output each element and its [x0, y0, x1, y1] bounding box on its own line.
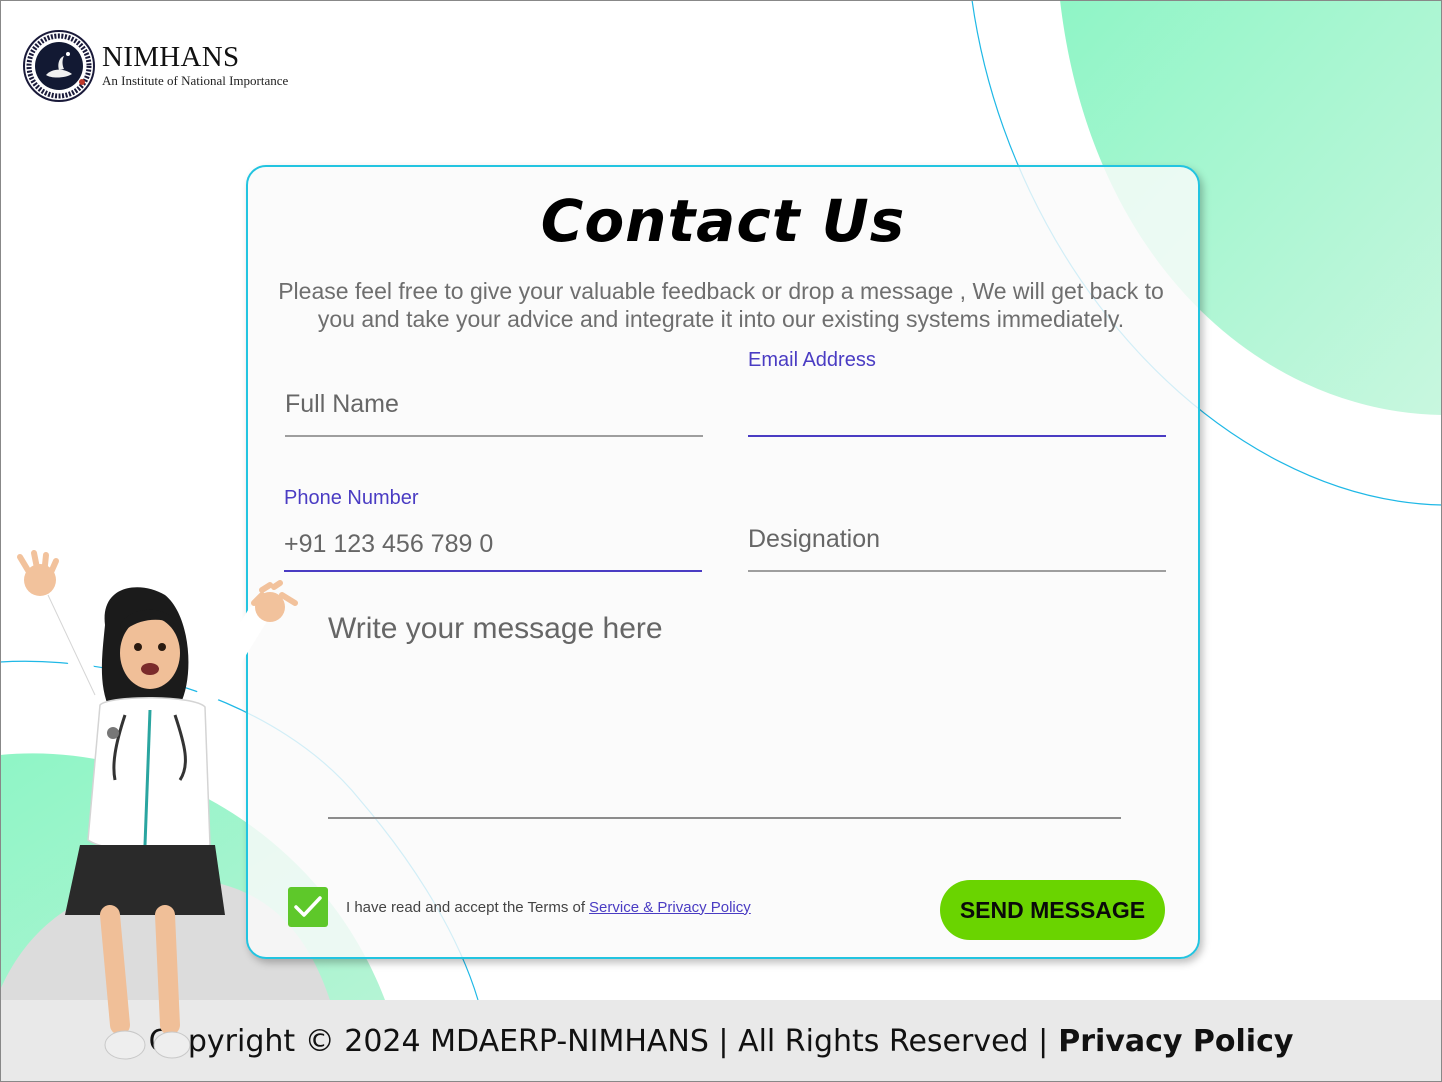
- terms-privacy-link[interactable]: Service & Privacy Policy: [589, 899, 751, 916]
- phone-label: Phone Number: [284, 487, 419, 509]
- brand-name: NIMHANS: [102, 41, 240, 73]
- message-textarea[interactable]: [328, 612, 1121, 819]
- page-subtitle: Please feel free to give your valuable f…: [278, 278, 1164, 332]
- designation-field: [748, 517, 1166, 577]
- email-label: Email Address: [748, 349, 876, 371]
- terms-agreement: I have read and accept the Terms of Serv…: [288, 887, 751, 927]
- terms-text: I have read and accept the Terms of: [346, 898, 586, 916]
- email-underline: [748, 435, 1166, 437]
- designation-underline: [748, 570, 1166, 572]
- brand-logo[interactable]: NIMHANS An Institute of National Importa…: [22, 30, 288, 102]
- send-message-button[interactable]: SEND MESSAGE: [940, 880, 1165, 940]
- doctor-illustration: [17, 550, 298, 1060]
- page-title: Contact Us: [540, 187, 906, 255]
- nimhans-seal-icon: [23, 30, 95, 102]
- full-name-input[interactable]: [285, 387, 703, 421]
- brand-tagline: An Institute of National Importance: [102, 73, 289, 88]
- full-name-underline: [285, 435, 703, 437]
- phone-underline: [284, 570, 702, 572]
- designation-input[interactable]: [748, 522, 1166, 556]
- phone-field: Phone Number: [284, 485, 702, 580]
- email-field: Email Address: [748, 347, 1166, 442]
- full-name-field: [285, 382, 703, 442]
- email-input[interactable]: [748, 389, 1166, 423]
- footer-privacy-link[interactable]: Privacy Policy: [1058, 1024, 1293, 1059]
- phone-input[interactable]: [284, 527, 702, 561]
- contact-card: Contact Us Please feel free to give your…: [246, 165, 1200, 959]
